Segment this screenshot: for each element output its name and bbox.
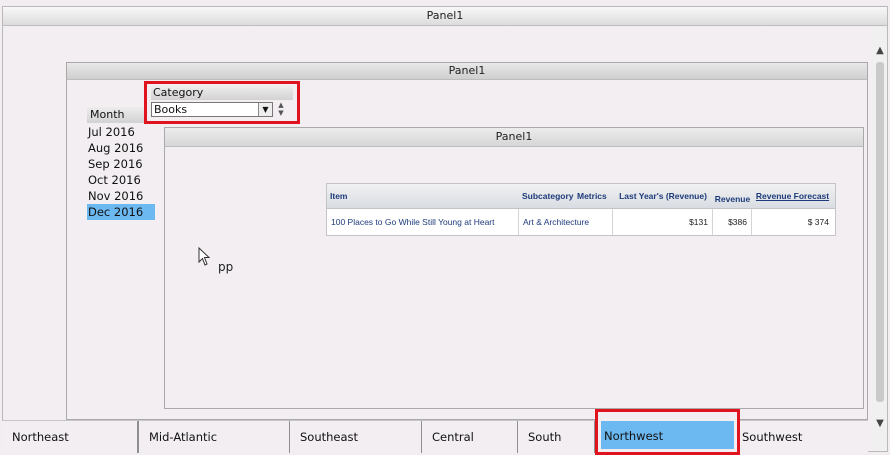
cell-revenue-forecast: $ 374 bbox=[807, 216, 829, 227]
grid-header-row: Item Subcategory Metrics Last Year's (Re… bbox=[327, 184, 835, 209]
outer-panel-title: Panel1 bbox=[3, 7, 887, 26]
category-selector: Category Books ▼ ▲ ▼ bbox=[144, 81, 300, 124]
month-item-sep-2016[interactable]: Sep 2016 bbox=[87, 156, 155, 172]
header-last-year-revenue[interactable]: Last Year's (Revenue) bbox=[613, 184, 713, 208]
table-row: 100 Places to Go While Still Young at He… bbox=[327, 209, 835, 235]
cell-item[interactable]: 100 Places to Go While Still Young at He… bbox=[327, 209, 519, 235]
month-list: Jul 2016 Aug 2016 Sep 2016 Oct 2016 Nov … bbox=[87, 124, 155, 220]
tab-south[interactable]: South bbox=[518, 421, 595, 453]
month-item-dec-2016[interactable]: Dec 2016 bbox=[87, 204, 155, 220]
mouse-cursor-icon bbox=[198, 247, 211, 266]
scroll-up-icon[interactable]: ▲ bbox=[873, 44, 887, 58]
scroll-down-icon[interactable]: ▼ bbox=[873, 417, 887, 431]
category-label: Category bbox=[151, 86, 293, 100]
month-item-nov-2016[interactable]: Nov 2016 bbox=[87, 188, 155, 204]
grid-panel-title: Panel1 bbox=[165, 128, 863, 147]
month-item-aug-2016[interactable]: Aug 2016 bbox=[87, 140, 155, 156]
month-item-jul-2016[interactable]: Jul 2016 bbox=[87, 124, 155, 140]
tab-mid-atlantic[interactable]: Mid-Atlantic bbox=[138, 421, 290, 453]
tab-northwest[interactable]: Northwest bbox=[595, 409, 740, 455]
cell-revenue: $386 bbox=[713, 209, 752, 235]
tab-southwest[interactable]: Southwest bbox=[740, 421, 868, 453]
month-item-oct-2016[interactable]: Oct 2016 bbox=[87, 172, 155, 188]
tab-northeast[interactable]: Northeast bbox=[2, 421, 138, 453]
header-revenue-forecast[interactable]: Revenue Forecast bbox=[752, 184, 833, 208]
cell-subcategory[interactable]: Art & Architecture bbox=[519, 209, 613, 235]
inner-panel-title: Panel1 bbox=[67, 63, 867, 80]
spinner-icon[interactable]: ▲ ▼ bbox=[276, 101, 286, 118]
canvas-text: pp bbox=[218, 260, 234, 274]
tab-central[interactable]: Central bbox=[422, 421, 518, 453]
header-revenue[interactable]: Revenue bbox=[713, 184, 752, 208]
grid-panel: Panel1 Item Subcategory Metrics Last Yea… bbox=[164, 127, 864, 409]
tab-northwest-label: Northwest bbox=[601, 421, 734, 449]
header-subcategory[interactable]: Subcategory bbox=[519, 184, 577, 208]
chevron-down-icon[interactable]: ▼ bbox=[258, 103, 272, 116]
cell-last-year-revenue: $131 bbox=[613, 209, 713, 235]
category-value: Books bbox=[154, 103, 188, 116]
data-grid: Item Subcategory Metrics Last Year's (Re… bbox=[326, 183, 836, 236]
inner-panel: Panel1 Month Jul 2016 Aug 2016 Sep 2016 … bbox=[66, 62, 868, 420]
region-tab-bar: Northeast Mid-Atlantic Southeast Central… bbox=[2, 409, 868, 455]
category-dropdown[interactable]: Books ▼ bbox=[151, 102, 273, 117]
vertical-scrollbar[interactable]: ▲ ▼ bbox=[873, 26, 887, 451]
header-metrics[interactable]: Metrics bbox=[577, 184, 613, 208]
tab-southeast[interactable]: Southeast bbox=[290, 421, 422, 453]
scroll-thumb[interactable] bbox=[876, 62, 884, 402]
header-item[interactable]: Item bbox=[327, 184, 519, 208]
